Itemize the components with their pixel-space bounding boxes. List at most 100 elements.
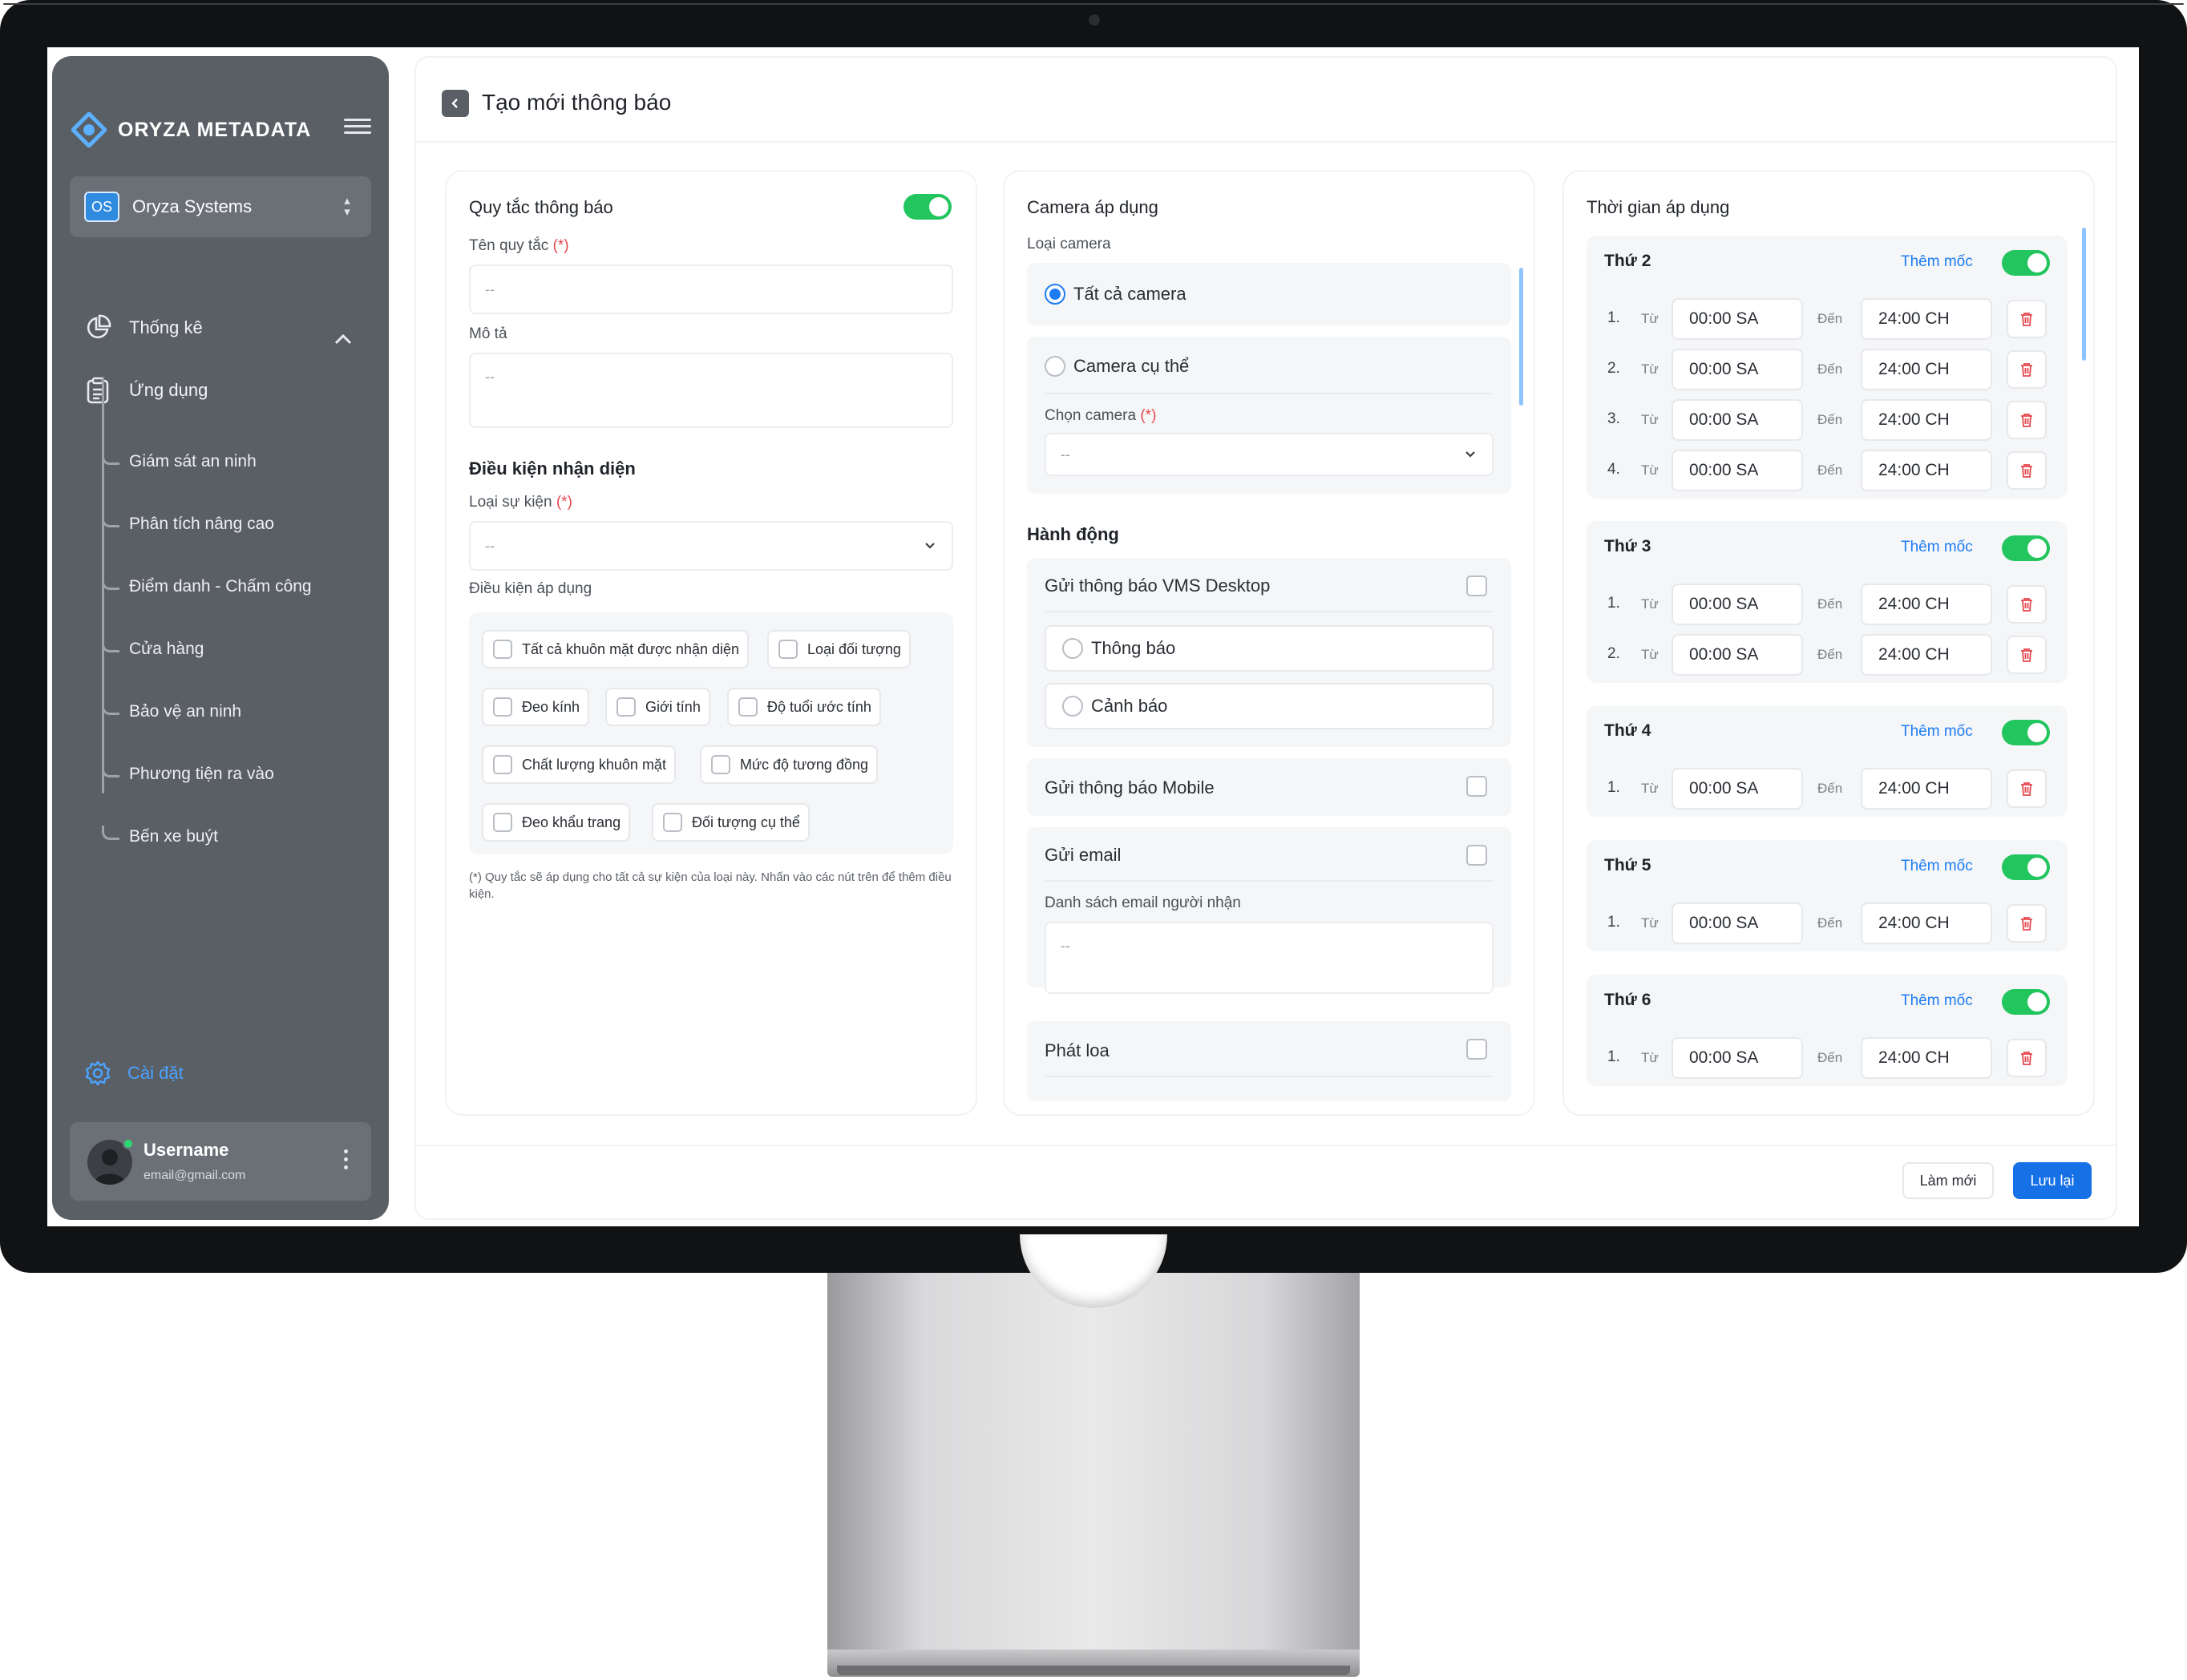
option-specific-camera[interactable]: Camera cụ thể Chọn camera (*) -- (1027, 337, 1511, 494)
start-time-input[interactable]: 00:00 SA (1672, 298, 1803, 340)
back-button[interactable] (442, 90, 469, 117)
end-time-input[interactable]: 24:00 CH (1861, 1037, 1992, 1079)
choose-camera-select[interactable]: -- (1045, 433, 1494, 476)
day-enabled-toggle[interactable] (2002, 854, 2050, 880)
add-milestone-link[interactable]: Thêm mốc (1901, 992, 1973, 1010)
action-speaker: Phát loa (1027, 1021, 1511, 1101)
checkbox[interactable] (616, 697, 636, 717)
start-time-input[interactable]: 00:00 SA (1672, 450, 1803, 491)
day-enabled-toggle[interactable] (2002, 720, 2050, 745)
sidebar-subitem[interactable]: Phân tích nâng cao (129, 515, 274, 534)
delete-slot-button[interactable] (2007, 401, 2047, 439)
delete-slot-button[interactable] (2007, 1039, 2047, 1077)
hamburger-menu-icon[interactable] (344, 119, 371, 139)
description-input[interactable]: -- (469, 353, 953, 428)
end-time-input[interactable]: 24:00 CH (1861, 584, 1992, 625)
condition-chip[interactable]: Chất lượng khuôn mặt (482, 745, 676, 784)
condition-chip[interactable]: Giới tính (605, 688, 710, 726)
option-warning[interactable]: Cảnh báo (1045, 683, 1494, 729)
checkbox[interactable] (738, 697, 758, 717)
start-time-input[interactable]: 00:00 SA (1672, 1037, 1803, 1079)
condition-chip[interactable]: Độ tuổi ước tính (727, 688, 881, 726)
radio-all-cameras[interactable] (1045, 284, 1065, 305)
rule-enabled-toggle[interactable] (904, 194, 952, 220)
end-time-input[interactable]: 24:00 CH (1861, 349, 1992, 390)
end-time-input[interactable]: 24:00 CH (1861, 399, 1992, 441)
sidebar-subitem[interactable]: Điểm danh - Chấm công (129, 577, 312, 596)
tree-branch (102, 575, 119, 590)
nav-item-stats[interactable]: Thống kê (84, 314, 203, 341)
condition-chip[interactable]: Đeo khẩu trang (482, 803, 631, 842)
speaker-label: Phát loa (1045, 1040, 1110, 1060)
end-time-input[interactable]: 24:00 CH (1861, 450, 1992, 491)
nav-item-settings[interactable]: Cài đặt (84, 1060, 184, 1087)
checkbox[interactable] (493, 755, 512, 774)
delete-slot-button[interactable] (2007, 300, 2047, 338)
user-card[interactable]: Username email@gmail.com (70, 1122, 371, 1201)
org-switcher[interactable]: OS Oryza Systems ▴ ▾ (70, 176, 371, 237)
radio-specific-camera[interactable] (1045, 356, 1065, 377)
scrollbar[interactable] (2082, 228, 2086, 361)
more-vertical-icon[interactable] (344, 1149, 349, 1172)
checkbox[interactable] (493, 640, 512, 659)
sidebar-subitem[interactable]: Cửa hàng (129, 640, 204, 659)
start-time-input[interactable]: 00:00 SA (1672, 399, 1803, 441)
start-time-input[interactable]: 00:00 SA (1672, 768, 1803, 810)
day-enabled-toggle[interactable] (2002, 250, 2050, 276)
start-time-input[interactable]: 00:00 SA (1672, 584, 1803, 625)
slot-index: 1. (1607, 595, 1620, 612)
condition-chip[interactable]: Tất cả khuôn mặt được nhận diện (482, 630, 750, 668)
delete-slot-button[interactable] (2007, 769, 2047, 808)
add-milestone-link[interactable]: Thêm mốc (1901, 858, 1973, 875)
checkbox[interactable] (663, 813, 682, 832)
vms-desktop-checkbox[interactable] (1466, 575, 1487, 596)
option-all-cameras[interactable]: Tất cả camera (1027, 263, 1511, 325)
add-milestone-link[interactable]: Thêm mốc (1901, 723, 1973, 741)
add-milestone-link[interactable]: Thêm mốc (1901, 539, 1973, 556)
day-enabled-toggle[interactable] (2002, 989, 2050, 1015)
org-name: Oryza Systems (132, 196, 253, 216)
condition-chip[interactable]: Đối tượng cụ thể (652, 803, 810, 842)
rule-card-title: Quy tắc thông báo (469, 197, 613, 217)
scrollbar[interactable] (1519, 268, 1523, 406)
delete-slot-button[interactable] (2007, 585, 2047, 624)
delete-slot-button[interactable] (2007, 451, 2047, 490)
end-time-input[interactable]: 24:00 CH (1861, 634, 1992, 676)
reset-button[interactable]: Làm mới (1902, 1162, 1994, 1199)
start-time-input[interactable]: 00:00 SA (1672, 349, 1803, 390)
chevron-up-icon[interactable] (333, 332, 354, 346)
start-time-input[interactable]: 00:00 SA (1672, 903, 1803, 944)
end-time-input[interactable]: 24:00 CH (1861, 903, 1992, 944)
sidebar-subitem[interactable]: Giám sát an ninh (129, 452, 257, 471)
email-checkbox[interactable] (1466, 845, 1487, 866)
rule-name-input[interactable]: -- (469, 265, 953, 314)
delete-slot-button[interactable] (2007, 350, 2047, 389)
checkbox[interactable] (778, 640, 798, 659)
day-name: Thứ 6 (1604, 991, 1651, 1009)
email-list-input[interactable]: -- (1045, 922, 1494, 994)
option-notify[interactable]: Thông báo (1045, 625, 1494, 672)
checkbox[interactable] (493, 697, 512, 717)
save-button[interactable]: Lưu lại (2013, 1162, 2092, 1199)
event-type-select[interactable]: -- (469, 521, 953, 571)
delete-slot-button[interactable] (2007, 636, 2047, 674)
condition-chip[interactable]: Đeo kính (482, 688, 590, 726)
speaker-checkbox[interactable] (1466, 1039, 1487, 1060)
sidebar-subitem[interactable]: Bảo vệ an ninh (129, 702, 241, 721)
checkbox[interactable] (711, 755, 730, 774)
delete-slot-button[interactable] (2007, 904, 2047, 943)
checkbox[interactable] (493, 813, 512, 832)
sidebar-subitem[interactable]: Bến xe buýt (129, 827, 218, 846)
radio-notify[interactable] (1062, 638, 1083, 659)
condition-chip[interactable]: Mức độ tương đồng (700, 745, 878, 784)
radio-warning[interactable] (1062, 696, 1083, 717)
add-milestone-link[interactable]: Thêm mốc (1901, 253, 1973, 271)
brand[interactable]: ORYZA METADATA (71, 112, 311, 147)
day-enabled-toggle[interactable] (2002, 535, 2050, 561)
mobile-checkbox[interactable] (1466, 776, 1487, 797)
condition-chip[interactable]: Loại đối tượng (767, 630, 911, 668)
end-time-input[interactable]: 24:00 CH (1861, 768, 1992, 810)
sidebar-subitem[interactable]: Phương tiện ra vào (129, 765, 274, 784)
start-time-input[interactable]: 00:00 SA (1672, 634, 1803, 676)
end-time-input[interactable]: 24:00 CH (1861, 298, 1992, 340)
